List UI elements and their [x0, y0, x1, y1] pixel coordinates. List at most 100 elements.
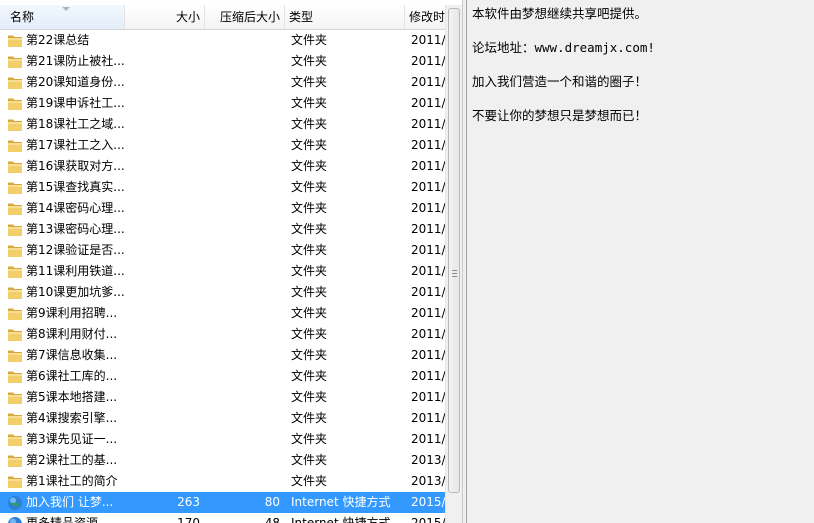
- file-modified: 2011/: [411, 306, 445, 320]
- file-type: 文件夹: [291, 411, 328, 425]
- file-type: 文件夹: [291, 201, 328, 215]
- file-modified: 2011/: [411, 285, 445, 299]
- shortcut-row[interactable]: 加入我们 让梦... 263 80 Internet 快捷方式 2015/: [0, 492, 445, 513]
- file-modified: 2011/: [411, 327, 445, 341]
- file-size: [125, 135, 200, 156]
- file-list: 第22课总结 文件夹 2011/第21课防止被社... 文件夹 2011/第20课知道身…: [0, 30, 445, 523]
- folder-row[interactable]: 第19课申诉社工... 文件夹 2011/: [0, 93, 445, 114]
- file-size: [125, 72, 200, 93]
- file-modified: 2011/: [411, 264, 445, 278]
- file-name: 第7课信息收集...: [26, 348, 118, 362]
- folder-row[interactable]: 第21课防止被社... 文件夹 2011/: [0, 51, 445, 72]
- file-name: 第11课利用铁道...: [26, 264, 124, 278]
- column-header-packed-size[interactable]: 压缩后大小: [205, 5, 285, 29]
- sort-arrow-icon: [62, 7, 70, 11]
- file-size: [125, 345, 200, 366]
- file-packed-size: [205, 198, 280, 219]
- folder-row[interactable]: 第11课利用铁道... 文件夹 2011/: [0, 261, 445, 282]
- file-modified: 2011/: [411, 138, 445, 152]
- file-packed-size: [205, 135, 280, 156]
- folder-row[interactable]: 第9课利用招聘... 文件夹 2011/: [0, 303, 445, 324]
- file-size: [125, 93, 200, 114]
- folder-icon: [7, 54, 23, 69]
- file-size: [125, 51, 200, 72]
- file-name: 第21课防止被社...: [26, 54, 124, 68]
- file-packed-size: [205, 429, 280, 450]
- comment-line: 本软件由梦想继续共享吧提供。: [472, 6, 648, 21]
- file-name: 第3课先见证一...: [26, 432, 118, 446]
- folder-row[interactable]: 第12课验证是否... 文件夹 2011/: [0, 240, 445, 261]
- folder-icon: [7, 369, 23, 384]
- file-type: 文件夹: [291, 432, 328, 446]
- folder-row[interactable]: 第5课本地搭建... 文件夹 2011/: [0, 387, 445, 408]
- archive-comment: 本软件由梦想继续共享吧提供。 论坛地址：www.dreamjx.com! 加入我…: [472, 5, 810, 141]
- file-packed-size: [205, 114, 280, 135]
- file-packed-size: [205, 408, 280, 429]
- file-size: [125, 471, 200, 492]
- folder-row[interactable]: 第14课密码心理... 文件夹 2011/: [0, 198, 445, 219]
- file-type: 文件夹: [291, 96, 328, 110]
- file-modified: 2011/: [411, 54, 445, 68]
- file-type: 文件夹: [291, 54, 328, 68]
- file-name: 更多精品资源...: [26, 516, 110, 523]
- file-packed-size: [205, 324, 280, 345]
- file-packed-size: [205, 177, 280, 198]
- file-packed-size: [205, 450, 280, 471]
- folder-icon: [7, 180, 23, 195]
- folder-row[interactable]: 第17课社工之入... 文件夹 2011/: [0, 135, 445, 156]
- file-type: Internet 快捷方式: [291, 516, 391, 523]
- shortcut-row[interactable]: 更多精品资源... 170 48 Internet 快捷方式 2015/: [0, 513, 445, 523]
- file-size: [125, 450, 200, 471]
- file-name: 第22课总结: [26, 33, 90, 47]
- folder-icon: [7, 432, 23, 447]
- file-size: [125, 156, 200, 177]
- column-header-name[interactable]: 名称: [0, 5, 125, 29]
- folder-row[interactable]: 第20课知道身份... 文件夹 2011/: [0, 72, 445, 93]
- file-type: 文件夹: [291, 453, 328, 467]
- folder-row[interactable]: 第7课信息收集... 文件夹 2011/: [0, 345, 445, 366]
- file-type: 文件夹: [291, 138, 328, 152]
- folder-icon: [7, 327, 23, 342]
- folder-icon: [7, 306, 23, 321]
- file-name: 第4课搜索引擎...: [26, 411, 118, 425]
- folder-row[interactable]: 第10课更加坑爹... 文件夹 2011/: [0, 282, 445, 303]
- folder-row[interactable]: 第13课密码心理... 文件夹 2011/: [0, 219, 445, 240]
- folder-row[interactable]: 第8课利用财付... 文件夹 2011/: [0, 324, 445, 345]
- file-type: 文件夹: [291, 327, 328, 341]
- file-size: [125, 282, 200, 303]
- file-name: 第17课社工之入...: [26, 138, 124, 152]
- folder-row[interactable]: 第15课查找真实... 文件夹 2011/: [0, 177, 445, 198]
- file-size: [125, 408, 200, 429]
- folder-row[interactable]: 第3课先见证一... 文件夹 2011/: [0, 429, 445, 450]
- file-modified: 2015/: [411, 495, 445, 509]
- folder-row[interactable]: 第4课搜索引擎... 文件夹 2011/: [0, 408, 445, 429]
- folder-icon: [7, 348, 23, 363]
- folder-icon: [7, 75, 23, 90]
- folder-row[interactable]: 第2课社工的基... 文件夹 2013/: [0, 450, 445, 471]
- file-name: 第19课申诉社工...: [26, 96, 124, 110]
- column-header-modified[interactable]: 修改时: [405, 5, 450, 29]
- scrollbar-thumb[interactable]: [448, 8, 460, 493]
- comment-line: 论坛地址：www.dreamjx.com!: [472, 40, 655, 55]
- file-modified: 2011/: [411, 411, 445, 425]
- folder-row[interactable]: 第16课获取对方... 文件夹 2011/: [0, 156, 445, 177]
- folder-row[interactable]: 第6课社工库的... 文件夹 2011/: [0, 366, 445, 387]
- folder-icon: [7, 264, 23, 279]
- folder-row[interactable]: 第1课社工的简介 文件夹 2013/: [0, 471, 445, 492]
- folder-row[interactable]: 第22课总结 文件夹 2011/: [0, 30, 445, 51]
- folder-icon: [7, 411, 23, 426]
- folder-icon: [7, 96, 23, 111]
- file-type: 文件夹: [291, 285, 328, 299]
- file-modified: 2011/: [411, 243, 445, 257]
- folder-icon: [7, 474, 23, 489]
- file-name: 加入我们 让梦...: [26, 495, 114, 509]
- comment-line: 加入我们营造一个和谐的圈子！: [472, 74, 648, 89]
- file-packed-size: 48: [264, 516, 280, 523]
- file-packed-size: 80: [264, 495, 280, 509]
- folder-row[interactable]: 第18课社工之域... 文件夹 2011/: [0, 114, 445, 135]
- column-header-type[interactable]: 类型: [285, 5, 405, 29]
- file-name: 第18课社工之域...: [26, 117, 124, 131]
- file-type: 文件夹: [291, 180, 328, 194]
- column-header-size[interactable]: 大小: [125, 5, 205, 29]
- vertical-scrollbar[interactable]: [445, 5, 462, 523]
